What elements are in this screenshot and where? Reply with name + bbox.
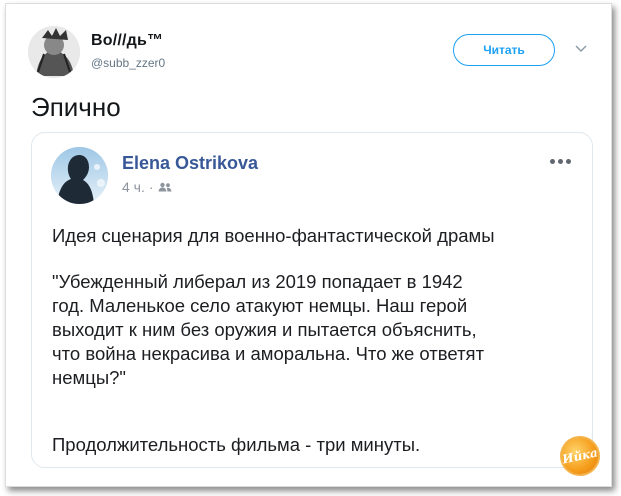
author-name[interactable]: Во///дь™ [91, 32, 163, 50]
follow-button[interactable]: Читать [453, 34, 555, 66]
post-paragraph-3: Продолжительность фильма - три минуты. [52, 434, 421, 455]
post-paragraph-1: Идея сценария для военно-фантастической … [52, 225, 495, 246]
quoted-author-name[interactable]: Elena Ostrikova [122, 153, 258, 174]
author-handle[interactable]: @subb_zzer0 [91, 56, 165, 70]
meta-separator-dot: · [148, 179, 154, 195]
post-meta: 4 ч. · [122, 179, 172, 195]
chevron-down-icon[interactable] [575, 45, 587, 53]
tweet-text: Эпично [31, 92, 121, 122]
quoted-post[interactable]: Elena Ostrikova 4 ч. · Идея сценария для… [31, 132, 593, 468]
quoted-author-avatar[interactable] [51, 147, 108, 204]
post-time[interactable]: 4 ч. [122, 179, 145, 195]
more-options-icon[interactable] [550, 159, 571, 164]
author-avatar[interactable] [28, 26, 80, 78]
post-paragraph-2: "Убежденный либерал из 2019 попадает в 1… [52, 271, 485, 388]
friends-icon [158, 182, 172, 192]
